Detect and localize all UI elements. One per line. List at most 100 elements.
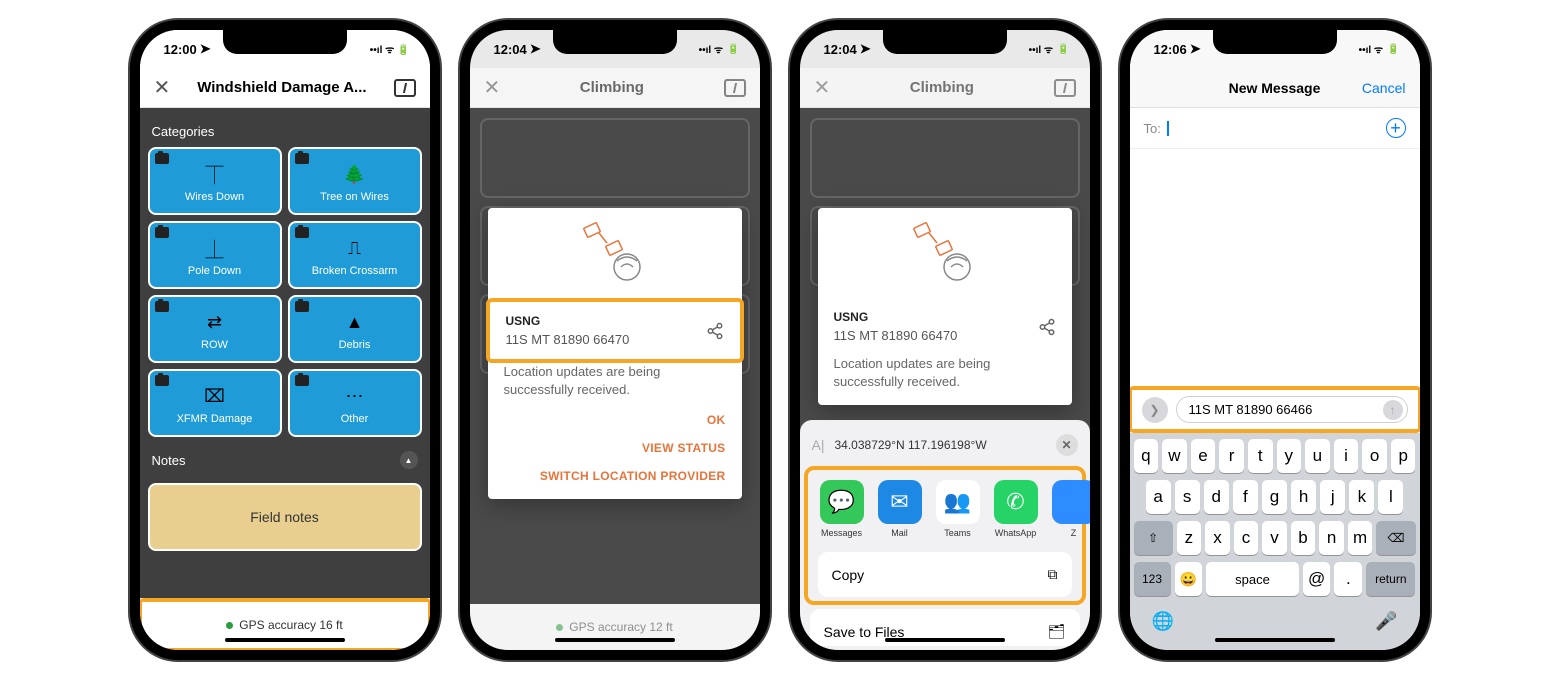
share-icon[interactable]	[706, 322, 724, 340]
key-c[interactable]: c	[1234, 521, 1259, 555]
switch-location-provider-button[interactable]: SWITCH LOCATION PROVIDER	[540, 469, 726, 483]
key-e[interactable]: e	[1191, 439, 1216, 473]
share-icon[interactable]	[1038, 318, 1056, 336]
key-l[interactable]: l	[1378, 480, 1403, 514]
dot-key[interactable]: .	[1334, 562, 1362, 596]
key-r[interactable]: r	[1219, 439, 1244, 473]
ok-button[interactable]: OK	[707, 413, 726, 427]
key-g[interactable]: g	[1262, 480, 1287, 514]
location-arrow-icon: ➤	[1190, 41, 1201, 57]
key-t[interactable]: t	[1248, 439, 1273, 473]
save-to-files-action[interactable]: Save to Files 🗂	[810, 609, 1080, 646]
page-title: New Message	[1229, 80, 1321, 96]
share-app-teams[interactable]: 👥Teams	[936, 480, 980, 538]
status-indicators: ••ıl ᯤ 🔋	[370, 42, 410, 56]
category-icon: ⋯	[346, 386, 364, 408]
status-indicators: ••ıl ᯤ 🔋	[1029, 42, 1070, 56]
key-v[interactable]: v	[1262, 521, 1287, 555]
map-icon[interactable]	[1054, 79, 1076, 97]
key-a[interactable]: a	[1146, 480, 1171, 514]
expand-apps-icon[interactable]: ❯	[1142, 397, 1168, 423]
category-label: Broken Crossarm	[312, 265, 398, 277]
key-k[interactable]: k	[1349, 480, 1374, 514]
key-p[interactable]: p	[1391, 439, 1416, 473]
cursor	[1167, 121, 1169, 136]
close-icon[interactable]: ✕	[484, 75, 501, 100]
map-icon[interactable]	[394, 79, 416, 97]
compose-input[interactable]: 11S MT 81890 66466	[1176, 396, 1408, 423]
usng-row[interactable]: USNG 11S MT 81890 66470	[490, 302, 740, 359]
key-m[interactable]: m	[1348, 521, 1373, 555]
backspace-key[interactable]: ⌫	[1376, 521, 1415, 555]
close-share-icon[interactable]: ✕	[1056, 434, 1078, 456]
usng-value: 11S MT 81890 66470	[506, 332, 630, 347]
phone-1: 12:00➤ ••ıl ᯤ 🔋 ✕ Windshield Damage A...…	[130, 20, 440, 660]
keyboard: qwertyuiop asdfghjkl ⇧ zxcvbnm ⌫ 123 😀 s…	[1130, 433, 1420, 650]
key-z[interactable]: z	[1177, 521, 1202, 555]
category-icon: ⏉	[206, 164, 224, 186]
shift-key[interactable]: ⇧	[1134, 521, 1173, 555]
share-app-mail[interactable]: ✉Mail	[878, 480, 922, 538]
share-app-z[interactable]: Z	[1052, 480, 1090, 538]
at-key[interactable]: @	[1303, 562, 1331, 596]
mic-icon[interactable]: 🎤	[1375, 611, 1397, 632]
status-time: 12:04	[494, 42, 527, 57]
compose-highlight: ❯ 11S MT 81890 66466	[1130, 386, 1420, 433]
key-n[interactable]: n	[1319, 521, 1344, 555]
category-other[interactable]: ⋯Other	[288, 369, 422, 437]
key-d[interactable]: d	[1204, 480, 1229, 514]
to-field[interactable]: To: +	[1130, 108, 1420, 149]
key-o[interactable]: o	[1362, 439, 1387, 473]
category-debris[interactable]: ▲Debris	[288, 295, 422, 363]
key-f[interactable]: f	[1233, 480, 1258, 514]
view-status-button[interactable]: VIEW STATUS	[642, 441, 726, 455]
share-app-messages[interactable]: 💬Messages	[820, 480, 864, 538]
key-i[interactable]: i	[1334, 439, 1359, 473]
category-icon: ▲	[346, 312, 364, 334]
app-label: Mail	[891, 528, 908, 538]
share-app-whatsapp[interactable]: ✆WhatsApp	[994, 480, 1038, 538]
numbers-key[interactable]: 123	[1134, 562, 1171, 596]
field-notes-button[interactable]: Field notes	[148, 483, 422, 551]
key-s[interactable]: s	[1175, 480, 1200, 514]
key-q[interactable]: q	[1134, 439, 1159, 473]
return-key[interactable]: return	[1366, 562, 1415, 596]
key-j[interactable]: j	[1320, 480, 1345, 514]
to-label: To:	[1144, 121, 1161, 136]
space-key[interactable]: space	[1206, 562, 1298, 596]
category-row[interactable]: ⇄ROW	[148, 295, 282, 363]
key-u[interactable]: u	[1305, 439, 1330, 473]
key-w[interactable]: w	[1162, 439, 1187, 473]
category-icon: ⎍	[348, 238, 361, 260]
page-title: Windshield Damage A...	[170, 79, 393, 96]
save-label: Save to Files	[824, 624, 905, 640]
key-y[interactable]: y	[1277, 439, 1302, 473]
status-indicators: ••ıl ᯤ 🔋	[699, 42, 740, 56]
usng-row[interactable]: USNG 11S MT 81890 66470	[818, 298, 1072, 355]
map-icon[interactable]	[724, 79, 746, 97]
key-h[interactable]: h	[1291, 480, 1316, 514]
nav-bar: ✕ Climbing	[470, 68, 760, 108]
location-modal: USNG 11S MT 81890 66470 Location updates…	[818, 208, 1072, 405]
gps-accuracy-bar[interactable]: GPS accuracy 12 ft	[470, 604, 760, 650]
chevron-up-icon[interactable]: ▲	[400, 451, 418, 469]
cancel-button[interactable]: Cancel	[1362, 80, 1406, 96]
add-contact-icon[interactable]: +	[1386, 118, 1406, 138]
category-label: Tree on Wires	[320, 191, 389, 203]
copy-icon: ⧉	[1048, 566, 1058, 583]
folder-icon: 🗂	[1048, 623, 1066, 640]
emoji-key[interactable]: 😀	[1175, 562, 1203, 596]
close-icon[interactable]: ✕	[154, 75, 171, 100]
category-xfmr-damage[interactable]: ⌧XFMR Damage	[148, 369, 282, 437]
gps-accuracy-bar[interactable]: GPS accuracy 16 ft	[142, 602, 428, 648]
category-broken-crossarm[interactable]: ⎍ Broken Crossarm	[288, 221, 422, 289]
copy-action[interactable]: Copy ⧉	[818, 552, 1072, 597]
page-title: Climbing	[500, 79, 723, 96]
category-pole-down[interactable]: ⏊Pole Down	[148, 221, 282, 289]
close-icon[interactable]: ✕	[814, 75, 831, 100]
category-wires-down[interactable]: ⏉Wires Down	[148, 147, 282, 215]
key-b[interactable]: b	[1291, 521, 1316, 555]
category-tree-on-wires[interactable]: 🌲Tree on Wires	[288, 147, 422, 215]
key-x[interactable]: x	[1205, 521, 1230, 555]
globe-icon[interactable]: 🌐	[1152, 611, 1174, 632]
